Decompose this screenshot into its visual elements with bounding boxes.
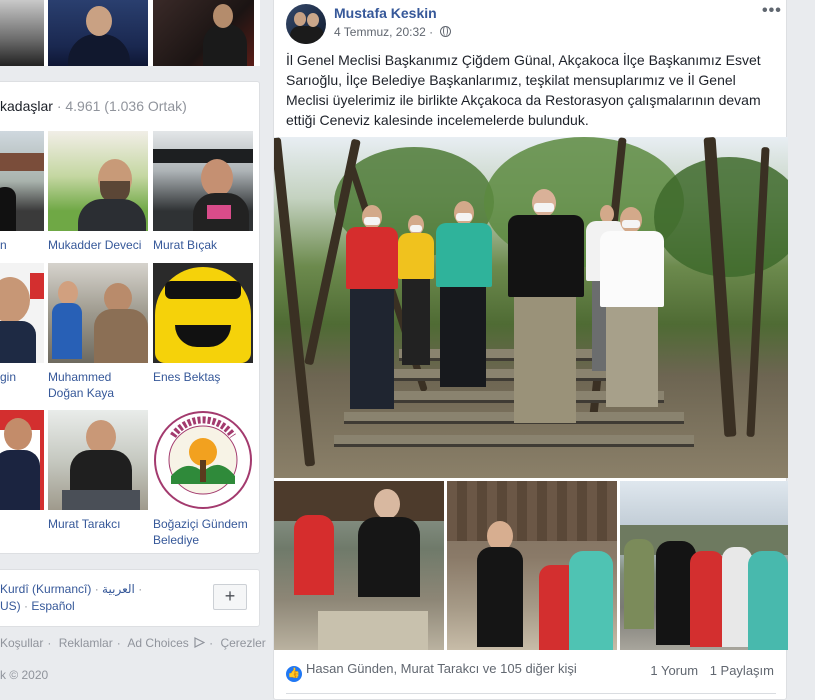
language-english-us[interactable]: US) [0,599,21,613]
ad-choices-icon [194,637,206,648]
post-photo-thumbnail[interactable] [274,481,444,650]
footer-links: Koşullar · Reklamlar · Ad Choices · Çerezl… [0,636,266,650]
comments-count[interactable]: 1 Yorum [650,663,698,678]
add-icon: + [224,586,236,606]
friend-name[interactable]: Murat Bıçak [153,237,255,253]
friend-name[interactable]: Mukadder Deveci [48,237,150,253]
friends-title[interactable]: kadaşlar [0,98,53,114]
more-options-icon[interactable]: ••• [762,2,782,20]
language-links: US) · Español [0,599,75,613]
divider [286,693,776,694]
footer-link-cookies[interactable]: Çerezler [220,636,265,650]
language-arabic[interactable]: العربية [102,582,135,596]
photo-thumbnail[interactable] [153,0,254,66]
post-photo-thumbnail[interactable] [447,481,617,650]
reactions-text[interactable]: Hasan Günden, Murat Tarakcı ve 105 diğer… [306,661,577,676]
friend-photo[interactable] [153,131,253,231]
friend-name[interactable]: Muhammed Doğan Kaya [48,369,150,401]
language-links: Kurdî (Kurmancî) · العربية · [0,582,143,596]
friend-name[interactable]: gin [0,369,44,385]
post-text: İl Genel Meclisi Başkanımız Çiğdem Günal… [286,52,761,128]
friend-photo[interactable] [0,263,44,363]
friend-name[interactable]: Enes Bektaş [153,369,255,385]
friend-photo[interactable] [0,131,44,231]
photos-strip [0,0,260,66]
like-icon: 👍 [286,666,302,682]
post-photo-thumbnail[interactable] [620,481,788,650]
friend-photo[interactable] [153,263,253,363]
footer-link-terms[interactable]: Koşullar [0,636,43,650]
left-column: kadaşlar · 4.961 (1.036 Ortak) n Mukadde… [0,0,266,700]
friend-photo[interactable] [0,410,44,510]
friend-name[interactable]: n [0,237,44,253]
post-timestamp[interactable]: 4 Temmuz, 20:32 [334,25,426,39]
friend-photo[interactable] [48,131,148,231]
footer-link-ads[interactable]: Reklamlar [59,636,113,650]
friend-photo[interactable] [48,263,148,363]
footer-link-ad-choices[interactable]: Ad Choices [127,636,206,650]
language-spanish[interactable]: Español [31,599,74,613]
post-meta: 4 Temmuz, 20:32 · [334,25,451,39]
friend-name[interactable]: Boğaziçi Gündem Belediye [153,516,255,548]
engagement-counts: 1 Yorum 1 Paylaşım [642,663,774,678]
post-main-photo[interactable] [274,137,788,478]
globe-icon[interactable] [439,26,451,37]
friends-card: kadaşlar · 4.961 (1.036 Ortak) n Mukadde… [0,81,260,554]
author-avatar[interactable] [286,4,326,44]
municipality-logo [154,411,252,509]
language-card: Kurdî (Kurmancî) · العربية · US) · Españ… [0,569,260,627]
friend-photo[interactable] [153,410,253,510]
friends-header[interactable]: kadaşlar · 4.961 (1.036 Ortak) [0,98,187,114]
copyright: k © 2020 [0,668,49,682]
language-kurmanci[interactable]: Kurdî (Kurmancî) [0,582,91,596]
post-card: Mustafa Keskin 4 Temmuz, 20:32 · ••• İl … [273,0,788,700]
photo-thumbnail[interactable] [0,0,44,66]
friends-count: 4.961 (1.036 Ortak) [65,98,187,114]
photo-thumbnail[interactable] [48,0,148,66]
friend-photo[interactable] [48,410,148,510]
add-language-button[interactable]: + [213,584,247,610]
author-name[interactable]: Mustafa Keskin [334,5,437,21]
friend-name[interactable]: Murat Tarakcı [48,516,150,532]
reactions-summary[interactable]: 👍 Hasan Günden, Murat Tarakcı ve 105 diğe… [286,661,577,682]
shares-count[interactable]: 1 Paylaşım [710,663,774,678]
